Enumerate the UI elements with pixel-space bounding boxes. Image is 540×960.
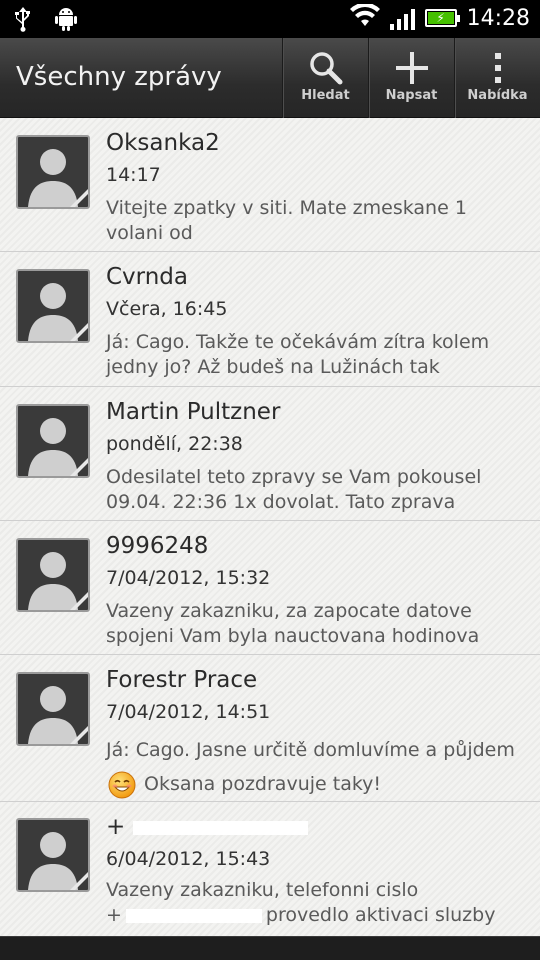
- battery-charging-icon: ⚡: [424, 9, 460, 27]
- conversation-list: Oksanka2 14:17 Vitejte zpatky v siti. Ma…: [0, 118, 540, 936]
- contact-name-text: +: [106, 814, 126, 840]
- conversation-item[interactable]: 9996248 7/04/2012, 15:32 Vazeny zakaznik…: [0, 521, 540, 655]
- message-preview: Vazeny zakazniku, telefonni cislo + proved…: [106, 878, 526, 928]
- contact-name: Martin Pultzner: [106, 399, 281, 425]
- page-title: Všechny zprávy: [16, 62, 222, 92]
- avatar: [16, 538, 90, 612]
- plus-icon: [392, 48, 432, 88]
- message-text: +: [106, 904, 122, 926]
- search-icon: [306, 48, 346, 88]
- wifi-icon: [349, 2, 380, 32]
- compose-button[interactable]: Napsat: [368, 38, 454, 118]
- menu-button-label: Nabídka: [467, 88, 528, 103]
- contact-name: Forestr Prace: [106, 667, 258, 693]
- conversation-item[interactable]: Martin Pultzner pondělí, 22:38 Odesilate…: [0, 387, 540, 521]
- message-preview: Já: Cago. Takže te očekávám zítra kolem …: [106, 331, 490, 378]
- message-time: pondělí, 22:38: [106, 433, 243, 455]
- message-time: 7/04/2012, 14:51: [106, 701, 271, 723]
- smiley-emoji: [108, 771, 136, 799]
- message-text: provedlo aktivaci sluzby: [265, 904, 496, 926]
- message-preview: Já: Cago. Jasne určitě domluvíme a půjde…: [106, 733, 526, 801]
- conversation-item[interactable]: Cvrnda Včera, 16:45 Já: Cago. Takže te o…: [0, 252, 540, 387]
- search-button-label: Hledat: [301, 88, 350, 103]
- avatar: [16, 672, 90, 746]
- bottom-bar: [0, 936, 540, 960]
- avatar: [16, 135, 90, 209]
- contact-name: 9996248: [106, 533, 209, 559]
- message-text: Vazeny zakazniku, telefonni cislo: [106, 879, 419, 901]
- conversation-item[interactable]: + 6/04/2012, 15:43 Vazeny zakazniku, tel…: [0, 802, 540, 936]
- conversation-item[interactable]: Forestr Prace 7/04/2012, 14:51 Já: Cago.…: [0, 655, 540, 802]
- contact-name: +: [106, 814, 308, 840]
- android-debug-icon: [54, 6, 78, 36]
- message-preview: Vazeny zakazniku, za zapocate datove spo…: [106, 600, 480, 647]
- contact-name: Cvrnda: [106, 264, 188, 290]
- search-button[interactable]: Hledat: [282, 38, 368, 118]
- message-text: Oksana pozdravuje taky!: [144, 773, 382, 795]
- message-time: 14:17: [106, 164, 161, 186]
- message-preview: Odesilatel teto zpravy se Vam pokousel 0…: [106, 466, 482, 513]
- status-bar: ⚡ 14:28: [0, 0, 540, 38]
- message-text: Já: Cago. Jasne určitě domluvíme a půjde…: [106, 739, 515, 761]
- message-preview: Vitejte zpatky v siti. Mate zmeskane 1 v…: [106, 197, 467, 244]
- menu-button[interactable]: Nabídka: [454, 38, 540, 118]
- avatar: [16, 818, 90, 892]
- message-time: 6/04/2012, 15:43: [106, 848, 271, 870]
- avatar: [16, 404, 90, 478]
- message-time: Včera, 16:45: [106, 298, 228, 320]
- menu-dots-icon: [478, 48, 518, 88]
- redacted-number: [125, 908, 262, 923]
- contact-name: Oksanka2: [106, 130, 220, 156]
- avatar: [16, 269, 90, 343]
- usb-icon: [14, 6, 32, 36]
- redacted-number: [132, 820, 308, 835]
- message-time: 7/04/2012, 15:32: [106, 567, 271, 589]
- signal-icon: [389, 6, 415, 30]
- status-time: 14:28: [466, 5, 530, 31]
- action-bar: Všechny zprávy Hledat Napsat Nabídka: [0, 38, 540, 118]
- conversation-item[interactable]: Oksanka2 14:17 Vitejte zpatky v siti. Ma…: [0, 118, 540, 252]
- compose-button-label: Napsat: [385, 88, 438, 103]
